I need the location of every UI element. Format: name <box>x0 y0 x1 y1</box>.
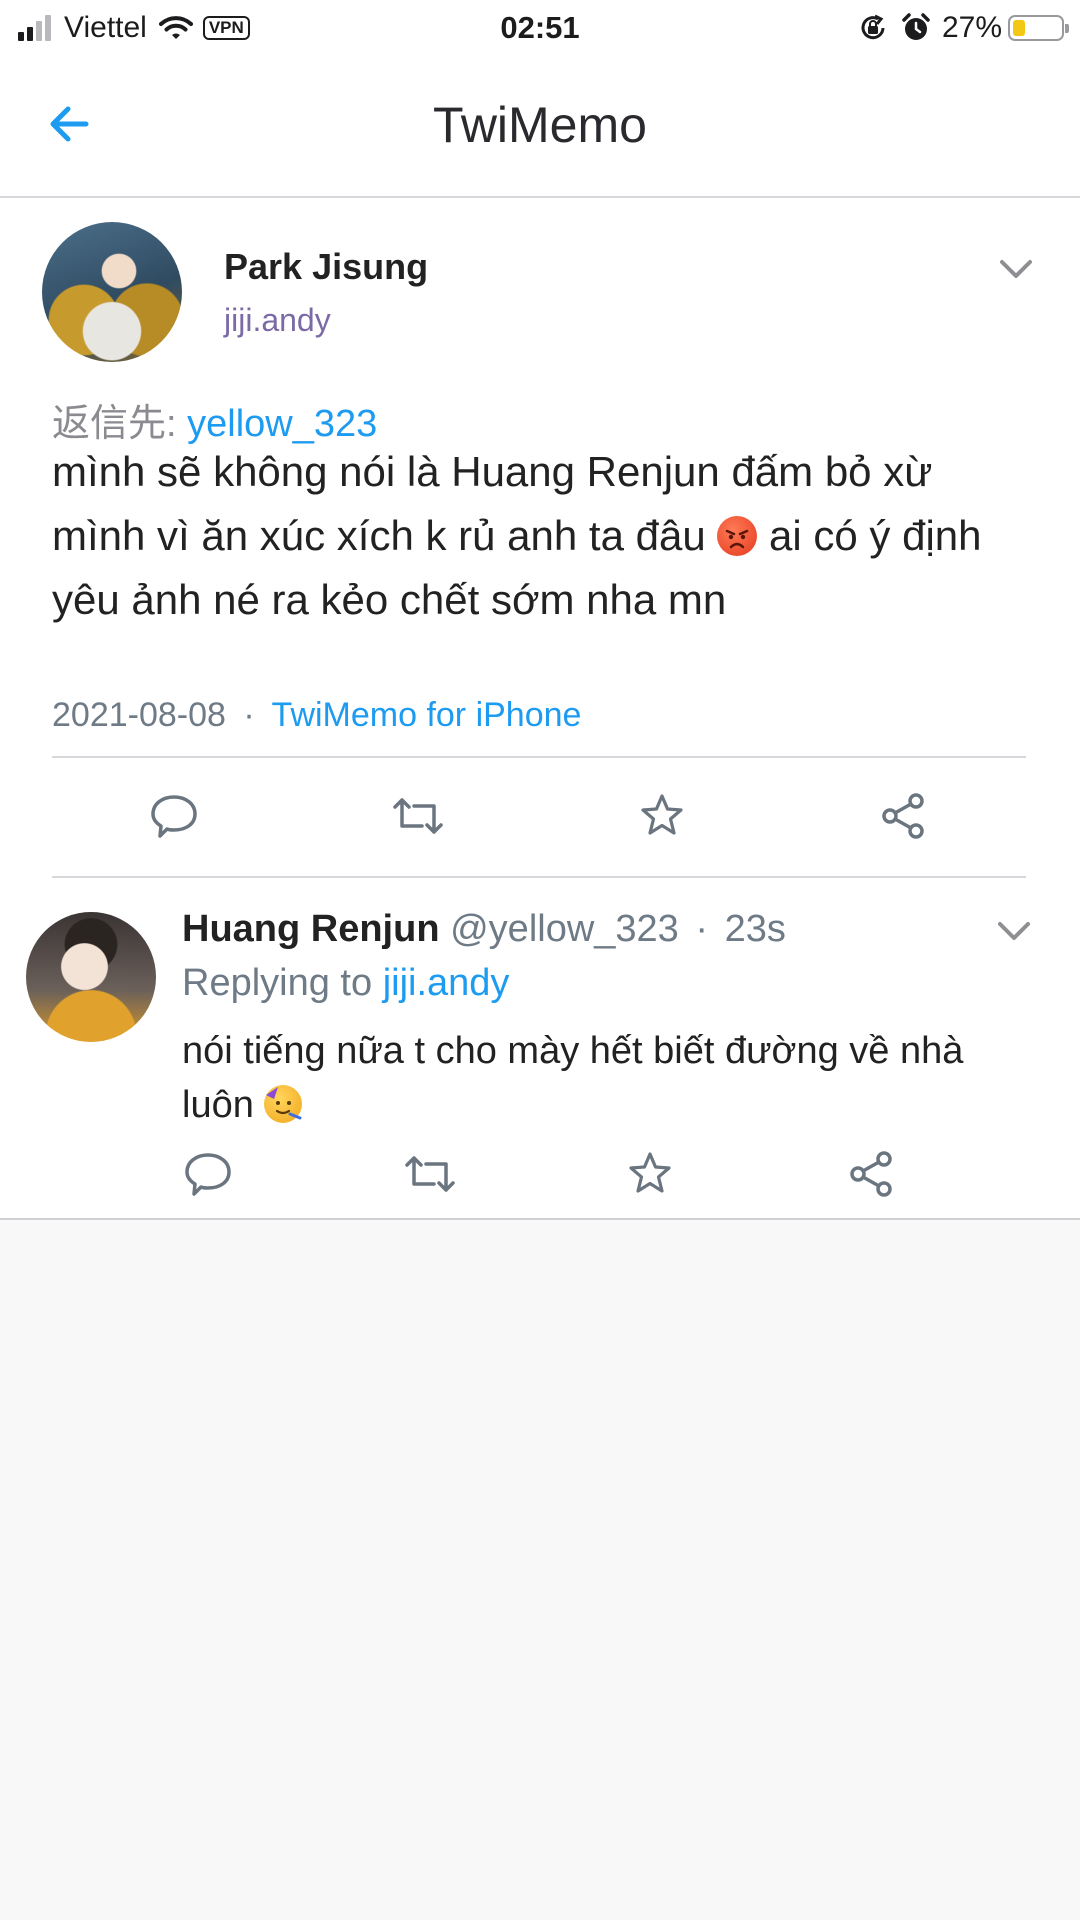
chevron-down-icon[interactable] <box>996 256 1036 282</box>
chevron-down-icon[interactable] <box>994 918 1034 944</box>
status-right: 27% <box>858 8 1069 48</box>
tweet-text: mình sẽ không nói là Huang Renjun đấm bỏ… <box>52 440 1012 632</box>
divider <box>0 1218 1080 1220</box>
reply-to-line: 返信先: yellow_323 <box>52 392 377 447</box>
avatar[interactable] <box>26 912 156 1042</box>
reply-to-label: 返信先: <box>52 403 177 445</box>
favorite-star-icon[interactable] <box>622 1146 678 1202</box>
replying-to-label: Replying to <box>182 962 373 1004</box>
page-title: TwiMemo <box>433 97 647 153</box>
user-name[interactable]: Park Jisung <box>224 246 428 288</box>
status-bar: Viettel VPN 02:51 27% <box>0 0 1080 56</box>
retweet-icon[interactable] <box>390 788 446 844</box>
tweet-source-link[interactable]: TwiMemo for iPhone <box>272 696 582 734</box>
tweet-date: 2021-08-08 <box>52 696 226 734</box>
reply-user-name[interactable]: Huang Renjun <box>182 908 440 950</box>
retweet-icon[interactable] <box>402 1146 458 1202</box>
avatar[interactable] <box>42 222 182 362</box>
screen: Viettel VPN 02:51 27% TwiMemo Park Jisun… <box>0 0 1080 1920</box>
angry-face-emoji <box>717 516 758 556</box>
replying-to-line: Replying to jiji.andy <box>182 962 509 1005</box>
alarm-icon <box>902 13 930 40</box>
battery-percent: 27% <box>941 11 1002 44</box>
divider <box>52 756 1026 758</box>
replying-to-user-link[interactable]: jiji.andy <box>383 962 510 1004</box>
reply-icon[interactable] <box>146 788 202 844</box>
reply-separator: · <box>695 908 709 950</box>
reply-icon[interactable] <box>180 1146 236 1202</box>
user-handle[interactable]: jiji.andy <box>224 302 331 339</box>
battery-icon <box>1008 15 1069 41</box>
battery-level <box>1013 20 1025 36</box>
meta-separator: · <box>243 696 255 734</box>
partying-face-emoji <box>264 1085 303 1123</box>
reply-user-handle[interactable]: @yellow_323 <box>450 908 679 950</box>
reply-header: Huang Renjun @yellow_323 · 23s <box>182 908 786 951</box>
nav-bar: TwiMemo <box>0 56 1080 198</box>
share-icon[interactable] <box>844 1146 900 1202</box>
reply-text: nói tiếng nữa t cho mày hết biết đường v… <box>182 1024 1042 1132</box>
reply-timestamp: 23s <box>724 908 786 950</box>
divider <box>52 876 1026 878</box>
favorite-star-icon[interactable] <box>634 788 690 844</box>
share-icon[interactable] <box>876 788 932 844</box>
tweet-meta: 2021-08-08 · TwiMemo for iPhone <box>52 696 581 735</box>
rotation-lock-icon <box>861 14 885 40</box>
reply-to-user-link[interactable]: yellow_323 <box>187 403 377 445</box>
